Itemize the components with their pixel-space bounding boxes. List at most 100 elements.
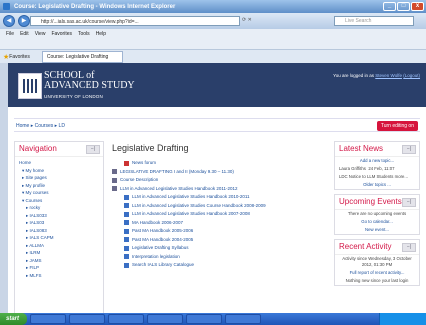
course-item[interactable]: LLM in Advanced Legislative Studies Hand…	[112, 185, 322, 194]
calendar-link[interactable]: Go to calendar...	[335, 218, 419, 226]
course-item-label[interactable]: Course Description	[120, 176, 158, 185]
course-items: News forum LEGISLATIVE DRAFTING I and II …	[112, 159, 322, 270]
block-title: Navigation −|	[15, 142, 103, 157]
resource-icon	[124, 220, 129, 226]
course-item-label[interactable]: Past MA Handbook 2005-2006	[132, 227, 193, 236]
menu-view[interactable]: View	[35, 31, 46, 37]
site-logo-text[interactable]: SCHOOL of ADVANCED STUDY	[44, 71, 135, 91]
nav-item[interactable]: ▸ MLFS	[19, 272, 103, 280]
older-topics-link[interactable]: Older topics ...	[335, 181, 419, 189]
resource-icon	[124, 237, 129, 243]
url-input[interactable]: http://...ials.sas.ac.uk/course/view.php…	[30, 16, 240, 26]
new-event-link[interactable]: New event...	[335, 226, 419, 234]
course-item[interactable]: MA Handbook 2006-2007	[112, 219, 322, 228]
no-events-text: There are no upcoming events	[347, 211, 407, 216]
maximize-button[interactable]: □	[397, 2, 410, 11]
course-item-label[interactable]: LLM in Advanced Legislative Studies Hand…	[120, 185, 238, 194]
forward-icon[interactable]: ▶	[18, 15, 30, 27]
nav-item[interactable]: ▸ Site pages	[19, 174, 103, 182]
refresh-icon[interactable]: ⟳ ✕	[242, 17, 252, 23]
course-item[interactable]: LLM in Advanced Legislative Studies Hand…	[112, 210, 322, 219]
menu-file[interactable]: File	[6, 31, 14, 37]
menu-edit[interactable]: Edit	[20, 31, 29, 37]
block-controls-icon[interactable]: −|	[402, 145, 416, 154]
back-icon[interactable]: ◀	[3, 15, 15, 27]
course-item-label[interactable]: LLM in Advanced Legislative Studies Hand…	[132, 210, 250, 219]
taskbar-button[interactable]	[108, 314, 145, 324]
course-item-label[interactable]: Interpretation legislation	[132, 253, 180, 262]
taskbar-button[interactable]	[69, 314, 106, 324]
resource-icon	[124, 245, 129, 251]
nav-item[interactable]: ▸ IALS CAPM	[19, 234, 103, 242]
resource-icon	[112, 169, 117, 175]
nav-item[interactable]: Home	[19, 159, 103, 167]
course-item-label[interactable]: Legislative Drafting Syllabus	[132, 244, 189, 253]
course-item[interactable]: LLM in Advanced Legislative Studies Cour…	[112, 202, 322, 211]
course-item-label[interactable]: Search IALS Library Catalogue	[132, 261, 194, 270]
menu-tools[interactable]: Tools	[78, 31, 90, 37]
nav-item[interactable]: ▸ ALLMA	[19, 242, 103, 250]
course-item[interactable]: LEGISLATIVE DRAFTING I and II (Monday 9.…	[112, 168, 322, 177]
browser-tab[interactable]: Course: Legislative Drafting	[41, 50, 124, 63]
taskbar-button[interactable]	[186, 314, 223, 324]
nav-item[interactable]: ▸ ILRM	[19, 249, 103, 257]
nav-item[interactable]: ▾ My home	[19, 167, 103, 175]
nav-item[interactable]: ▸ My profile	[19, 182, 103, 190]
course-item-label[interactable]: LLM in Advanced Legislative Studies Hand…	[132, 193, 250, 202]
course-item-label[interactable]: LLM in Advanced Legislative Studies Cour…	[132, 202, 266, 211]
menu-help[interactable]: Help	[96, 31, 106, 37]
add-topic-link[interactable]: Add a new topic...	[335, 157, 419, 165]
resource-icon	[124, 194, 129, 200]
start-button[interactable]: start	[0, 313, 28, 325]
taskbar-button[interactable]	[147, 314, 184, 324]
course-item-label[interactable]: News forum	[132, 159, 156, 168]
window-title: Course: Legislative Drafting - Windows I…	[14, 3, 176, 10]
resource-icon	[124, 228, 129, 234]
close-button[interactable]: x	[411, 2, 424, 11]
nav-item[interactable]: ▸ rocky	[19, 204, 103, 212]
user-link[interactable]: Steven Wolfe	[375, 73, 402, 78]
course-item-label[interactable]: MA Handbook 2006-2007	[132, 219, 183, 228]
block-controls-icon[interactable]: −|	[402, 243, 416, 252]
nav-item[interactable]: ▾ My courses	[19, 189, 103, 197]
navigation-list: Home ▾ My home ▸ Site pages ▸ My profile ▾ M…	[15, 157, 103, 279]
resource-icon	[124, 203, 129, 209]
nav-item[interactable]: ▸ IALS083	[19, 227, 103, 235]
course-item-label[interactable]: Past MA Handbook 2004-2005	[132, 236, 193, 245]
news-post-meta: Laura Griffiths 24 Feb, 11:07	[339, 166, 395, 171]
nav-item[interactable]: ▸ IALS033	[19, 212, 103, 220]
minimize-button[interactable]: _	[383, 2, 396, 11]
favorites-label[interactable]: Favorites	[9, 54, 30, 60]
nav-item[interactable]: ▸ JAMS	[19, 257, 103, 265]
taskbar-button[interactable]	[30, 314, 67, 324]
block-controls-icon[interactable]: −|	[86, 145, 100, 154]
course-item[interactable]: Legislative Drafting Syllabus	[112, 244, 322, 253]
taskbar: start	[0, 313, 426, 325]
course-item-label[interactable]: LEGISLATIVE DRAFTING I and II (Monday 9.…	[120, 168, 234, 177]
turn-editing-on-button[interactable]: Turn editing on	[376, 121, 418, 131]
taskbar-button[interactable]	[225, 314, 262, 324]
logout-link[interactable]: (Logout)	[403, 73, 420, 78]
address-bar: ◀ ▶ http://...ials.sas.ac.uk/course/view…	[0, 13, 426, 29]
activity-since-text: Activity since Wednesday, 3 October 2012…	[342, 256, 412, 267]
course-item[interactable]: Interpretation legislation	[112, 253, 322, 262]
course-item[interactable]: Search IALS Library Catalogue	[112, 261, 322, 270]
course-item[interactable]: Course Description	[112, 176, 322, 185]
breadcrumb[interactable]: Home ▸ Courses ▸ LD	[16, 123, 65, 129]
block-controls-icon[interactable]: −|	[402, 198, 416, 207]
block-title: Recent Activity −|	[335, 240, 419, 255]
course-item[interactable]: News forum	[112, 159, 322, 168]
news-post-text[interactable]: LDC Notice to LLM Students more...	[335, 173, 419, 181]
course-item[interactable]: Past MA Handbook 2004-2005	[112, 236, 322, 245]
nav-item[interactable]: ▸ FILP	[19, 264, 103, 272]
login-info: You are logged in as Steven Wolfe (Logou…	[333, 73, 420, 78]
course-item[interactable]: Past MA Handbook 2005-2006	[112, 227, 322, 236]
full-report-link[interactable]: Full report of recent activity...	[335, 269, 419, 277]
menu-favorites[interactable]: Favorites	[51, 31, 72, 37]
course-item[interactable]: LLM in Advanced Legislative Studies Hand…	[112, 193, 322, 202]
course-title: Legislative Drafting	[112, 143, 189, 153]
nav-item[interactable]: ▸ IALS03	[19, 219, 103, 227]
search-input[interactable]: Live Search	[334, 16, 414, 26]
site-header: SCHOOL of ADVANCED STUDY UNIVERSITY OF L…	[8, 63, 426, 107]
nav-item[interactable]: ▾ Courses	[19, 197, 103, 205]
